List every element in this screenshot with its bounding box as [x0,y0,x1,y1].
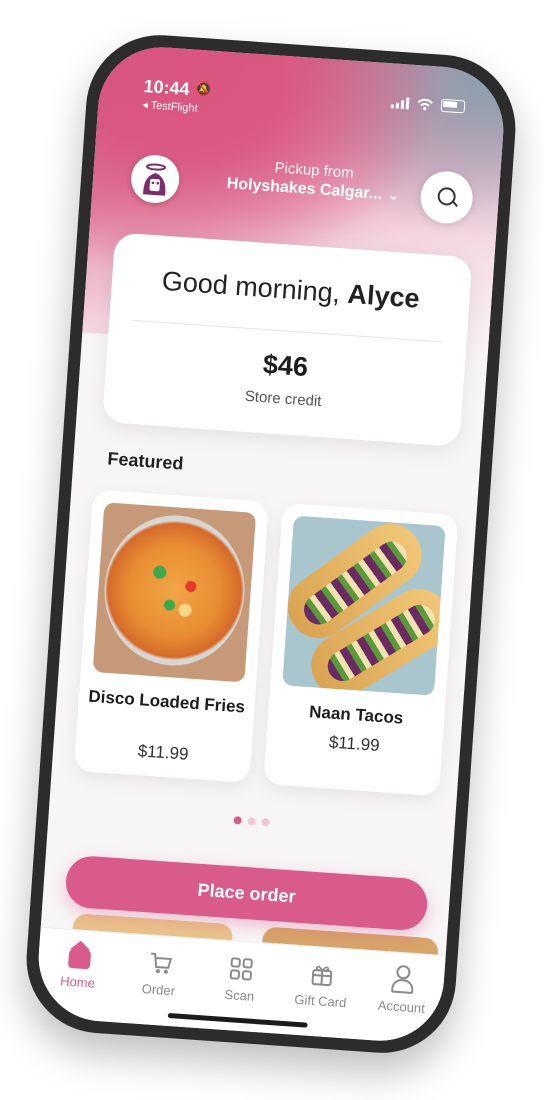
chevron-down-icon: ⌄ [387,187,400,204]
silent-bell-icon: 🔕 [195,81,213,98]
product-price: $11.99 [137,741,190,764]
greeting-card: Good morning, Alyce $46 Store credit [102,232,473,447]
cart-icon [150,952,172,974]
product-price: $11.99 [328,732,381,756]
carousel-dot[interactable] [233,816,242,825]
wifi-icon [417,98,433,110]
greeting-text: Good morning, Alyce [111,262,470,318]
search-icon [437,186,457,207]
qr-scan-icon [229,957,253,981]
product-image-tacos [282,515,446,696]
user-name: Alyce [346,278,421,314]
carousel-dot[interactable] [261,818,270,827]
tab-label: Scan [224,986,255,1004]
carousel-page-indicator[interactable] [49,803,455,839]
home-icon [67,947,91,970]
tab-account[interactable]: Account [366,965,439,1017]
tab-label: Order [141,981,176,999]
tab-label: Home [59,973,96,991]
account-icon [389,966,417,994]
status-icons [390,95,466,114]
divider [133,319,443,343]
product-card-naan-tacos[interactable]: Naan Tacos $11.99 [263,502,459,797]
gift-card-icon [311,965,333,987]
cellular-signal-icon [390,96,410,110]
featured-carousel[interactable]: Disco Loaded Fries $11.99 Naan Tacos $11… [73,489,476,805]
home-indicator[interactable] [167,1012,308,1028]
carousel-dot[interactable] [247,817,256,826]
tab-label: Account [377,997,426,1016]
status-time: 10:44 [142,76,191,100]
tab-scan[interactable]: Scan [204,954,277,1006]
product-name: Naan Tacos [308,702,404,728]
back-to-testflight-link[interactable]: ◂ TestFlight [142,98,198,115]
tab-order[interactable]: Order [123,948,196,1000]
product-name: Disco Loaded Fries [87,686,246,717]
brand-logo[interactable] [129,153,181,205]
phone: 10:44 🔕 ◂ TestFlight Pickup from Holysha… [21,30,521,1058]
tab-home[interactable]: Home [42,942,115,992]
tab-gift-card[interactable]: Gift Card [285,959,358,1011]
stage: 10:44 🔕 ◂ TestFlight Pickup from Holysha… [0,0,544,1100]
featured-section-title: Featured [106,448,185,474]
tab-label: Gift Card [293,991,347,1011]
product-card-disco-loaded-fries[interactable]: Disco Loaded Fries $11.99 [73,489,269,784]
app-screen: 10:44 🔕 ◂ TestFlight Pickup from Holysha… [34,43,508,1045]
battery-icon [440,98,466,114]
product-image-fries [92,502,257,683]
greeting-prefix: Good morning, [160,265,349,309]
